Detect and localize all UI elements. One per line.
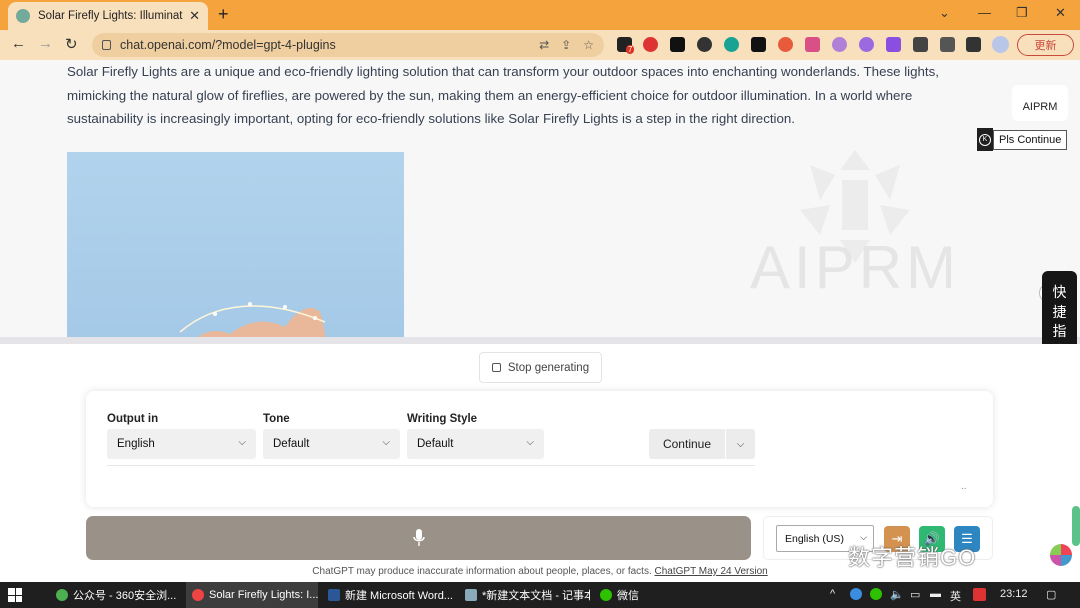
ime-indicator[interactable]: 英	[950, 588, 961, 604]
firefly-lights-image	[67, 152, 404, 340]
reload-icon[interactable]: ↻	[65, 35, 78, 53]
side-panel-icon[interactable]	[966, 37, 981, 52]
taskbar-item-notepad[interactable]: *新建文本文档 - 记事本	[459, 582, 590, 608]
extension-icon[interactable]	[859, 37, 874, 52]
reading-list-icon[interactable]	[940, 37, 955, 52]
keyboard-k-icon: K	[977, 128, 993, 151]
stop-icon	[491, 363, 501, 372]
chevron-down-icon: ⌵	[526, 437, 534, 448]
tab-strip: Solar Firefly Lights: Illuminatin ✕ + ⌄ …	[0, 0, 1080, 30]
pls-continue-label: Pls Continue	[993, 129, 1068, 150]
continue-dropdown-chevron-icon[interactable]: ⌵	[726, 429, 755, 459]
extension-icon[interactable]	[805, 37, 820, 52]
360-browser-icon	[56, 589, 68, 601]
back-arrow-icon[interactable]: ←	[11, 35, 26, 52]
tray-wechat-icon[interactable]	[870, 588, 882, 600]
close-window-button[interactable]: ✕	[1055, 5, 1066, 21]
clock[interactable]: 23:12	[1000, 588, 1028, 600]
extension-badge: 7	[626, 45, 635, 54]
output-label: Output in	[107, 413, 159, 425]
chevron-down-icon: ⌵	[238, 437, 246, 448]
tab-close-icon[interactable]: ✕	[189, 8, 200, 24]
openai-favicon-icon	[16, 9, 30, 23]
browser-toolbar: ← → ↻ chat.openai.com/?model=gpt-4-plugi…	[0, 30, 1080, 60]
chrome-icon	[192, 589, 204, 601]
output-language-select[interactable]: English ⌵	[107, 429, 256, 459]
network-icon[interactable]: ▭	[910, 588, 920, 601]
sogou-input-icon[interactable]	[973, 588, 986, 601]
word-icon	[328, 589, 340, 601]
microphone-icon	[412, 529, 425, 546]
taskbar-item-360-browser[interactable]: 公众号 - 360安全浏...	[50, 582, 182, 608]
tone-select[interactable]: Default ⌵	[263, 429, 400, 459]
extension-icon[interactable]	[697, 37, 712, 52]
tab-search-chevron-icon[interactable]: ⌄	[939, 5, 950, 21]
chat-content: Solar Firefly Lights are a unique and ec…	[0, 60, 1080, 340]
minimize-button[interactable]: —	[978, 5, 991, 20]
share-icon[interactable]: ⇪	[561, 38, 571, 52]
writing-style-label: Writing Style	[407, 413, 478, 425]
update-button[interactable]: 更新	[1017, 34, 1074, 56]
version-link[interactable]: ChatGPT May 24 Version	[655, 566, 768, 577]
aiprm-logo[interactable]: AIPRM	[1012, 85, 1068, 121]
volume-icon[interactable]: 🔈	[890, 588, 904, 601]
wechat-icon	[600, 589, 612, 601]
extension-icon[interactable]	[724, 37, 739, 52]
translate-icon[interactable]: ⇄	[539, 38, 549, 52]
profile-avatar[interactable]	[992, 36, 1009, 53]
aiprm-watermark-text: AIPRM	[750, 234, 961, 301]
windows-taskbar: 公众号 - 360安全浏... Solar Firefly Lights: I.…	[0, 582, 1080, 608]
composer-area: Stop generating Output in English ⌵ Tone …	[0, 344, 1080, 582]
forward-arrow-icon[interactable]: →	[38, 35, 53, 52]
tray-expand-chevron-icon[interactable]: ^	[830, 588, 835, 600]
bookmark-star-icon[interactable]: ☆	[583, 38, 594, 52]
tab-title: Solar Firefly Lights: Illuminatin	[38, 10, 184, 22]
aiprm-logo-label: AIPRM	[1022, 101, 1058, 113]
extension-icon[interactable]	[751, 37, 766, 52]
new-tab-button[interactable]: +	[218, 4, 229, 25]
maximize-button[interactable]: ❐	[1016, 5, 1028, 21]
notification-icon[interactable]: ▢	[1046, 588, 1056, 601]
taskbar-item-wechat[interactable]: 微信	[594, 582, 654, 608]
tone-label: Tone	[263, 413, 290, 425]
writing-style-select[interactable]: Default ⌵	[407, 429, 544, 459]
resize-handle[interactable]: ..	[961, 481, 967, 492]
extension-icon[interactable]	[778, 37, 793, 52]
sparkle-icon[interactable]	[886, 37, 901, 52]
extensions-puzzle-icon[interactable]	[913, 37, 928, 52]
address-bar[interactable]: chat.openai.com/?model=gpt-4-plugins ⇄ ⇪…	[92, 33, 604, 57]
disclaimer: ChatGPT may produce inaccurate informati…	[312, 566, 768, 577]
extension-icon[interactable]	[832, 37, 847, 52]
taskbar-item-word[interactable]: 新建 Microsoft Word...	[322, 582, 455, 608]
url-text: chat.openai.com/?model=gpt-4-plugins	[120, 38, 336, 52]
chevron-down-icon: ⌵	[382, 437, 390, 448]
adblock-icon[interactable]	[643, 37, 658, 52]
continue-button[interactable]: Continue	[649, 429, 725, 459]
aiprm-options-card: Output in English ⌵ Tone Default ⌵ Writing…	[86, 391, 993, 507]
extension-icon[interactable]	[670, 37, 685, 52]
hand-with-lights-icon	[179, 302, 327, 340]
brand-globe-icon	[1050, 544, 1072, 566]
taskbar-item-chrome[interactable]: Solar Firefly Lights: I...	[186, 582, 318, 608]
stop-generating-button[interactable]: Stop generating	[479, 352, 602, 383]
tray-app-icon[interactable]	[850, 588, 862, 600]
content-divider	[0, 337, 1080, 344]
browser-tab[interactable]: Solar Firefly Lights: Illuminatin ✕	[8, 2, 208, 30]
battery-icon[interactable]: ▬	[930, 588, 941, 600]
floating-edge-widget[interactable]	[1072, 506, 1080, 546]
windows-start-icon[interactable]	[8, 588, 22, 602]
lock-icon	[102, 40, 111, 50]
voice-input-bar[interactable]	[86, 516, 751, 560]
pls-continue-tooltip[interactable]: K Pls Continue	[977, 128, 1068, 151]
card-divider	[107, 465, 755, 466]
notepad-icon	[465, 589, 477, 601]
